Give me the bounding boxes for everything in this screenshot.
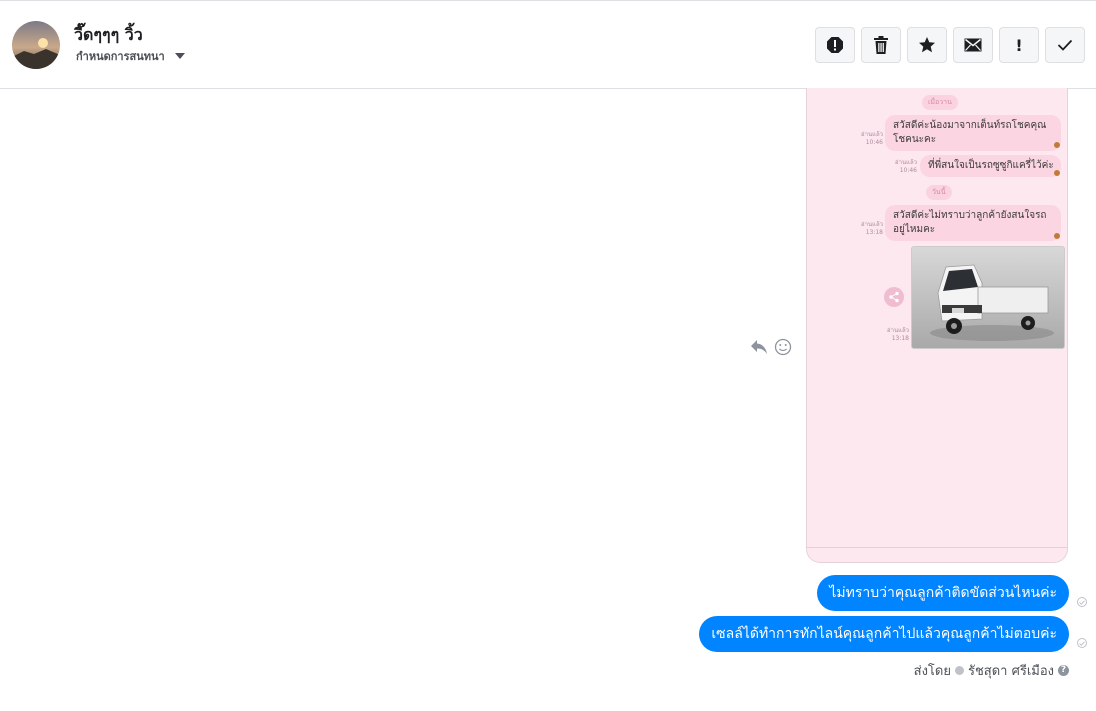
help-icon[interactable]: ? xyxy=(1058,665,1069,676)
msg-time: 13:18 xyxy=(865,229,883,236)
thread-header: วี๊ดๆๆๆ วิ้ว กำหนดการสนทนา ! xyxy=(0,0,1096,89)
sent-check-icon xyxy=(1077,597,1087,607)
read-receipt: อ่านแล้ว 10:46 xyxy=(881,159,917,175)
share-icon xyxy=(884,287,904,307)
read-receipt: อ่านแล้ว 10:46 xyxy=(847,131,883,147)
sent-by-label: ส่งโดย xyxy=(913,664,951,679)
read-receipt: อ่านแล้ว 13:18 xyxy=(847,221,883,237)
outgoing-message[interactable]: ไม่ทราบว่าคุณลูกค้าติดขัดส่วนไหนค่ะ xyxy=(817,575,1069,611)
chat-bubble: ที่พี่สนใจเป็นรถซูซูกิแครี่ไว้ค่ะ xyxy=(920,155,1061,177)
sticker-icon xyxy=(1054,142,1060,148)
emoji-react-icon[interactable] xyxy=(774,338,792,356)
mark-important-button[interactable]: ! xyxy=(999,27,1039,63)
msg-time: 10:46 xyxy=(865,139,883,146)
verified-dot-icon xyxy=(954,666,964,675)
star-button[interactable] xyxy=(907,27,947,63)
conversation-label-text: กำหนดการสนทนา xyxy=(76,50,165,63)
outgoing-message[interactable]: เซลล์ได้ทำการทักไลน์คุณลูกค้าไปแล้วคุณลู… xyxy=(699,616,1069,652)
star-icon xyxy=(919,37,935,53)
date-pill-yesterday: เมื่อวาน xyxy=(922,95,958,110)
sticker-icon xyxy=(1054,233,1060,239)
sent-by-info: ส่งโดย รัชสุดา ศรีเมือง ? xyxy=(914,660,1069,681)
conversation-label-dropdown[interactable]: กำหนดการสนทนา xyxy=(76,47,185,65)
read-label: อ่านแล้ว xyxy=(861,221,883,228)
delete-button[interactable] xyxy=(861,27,901,63)
read-label: อ่านแล้ว xyxy=(861,131,883,138)
chevron-down-icon xyxy=(174,53,185,59)
contact-name[interactable]: วี๊ดๆๆๆ วิ้ว xyxy=(74,23,143,48)
truck-photo xyxy=(911,246,1065,349)
msg-time: 13:18 xyxy=(891,335,909,342)
chat-bubble: สวัสดีค่ะไม่ทราบว่าลูกค้ายังสนใจรถอยู่ไห… xyxy=(885,205,1061,241)
contact-avatar[interactable] xyxy=(12,21,60,69)
read-label: อ่านแล้ว xyxy=(887,327,909,334)
sent-check-icon xyxy=(1077,638,1087,648)
message-actions xyxy=(750,338,792,356)
thread-toolbar: ! xyxy=(815,27,1085,63)
msg-time: 10:46 xyxy=(899,167,917,174)
sticker-icon xyxy=(1054,170,1060,176)
check-icon xyxy=(1057,39,1073,51)
reply-icon[interactable] xyxy=(750,339,768,355)
attached-chat-screenshot[interactable]: เมื่อวาน อ่านแล้ว 10:46 สวัสดีค่ะน้องมาจ… xyxy=(806,88,1068,563)
mail-icon xyxy=(964,38,982,52)
date-pill-today: วันนี้ xyxy=(926,185,952,200)
mark-unread-button[interactable] xyxy=(953,27,993,63)
read-receipt: อ่านแล้ว 13:18 xyxy=(881,327,909,343)
spam-icon xyxy=(827,37,843,53)
read-label: อ่านแล้ว xyxy=(895,159,917,166)
sender-name: รัชสุดา ศรีเมือง xyxy=(967,664,1054,679)
mark-spam-button[interactable] xyxy=(815,27,855,63)
chat-bubble: สวัสดีค่ะน้องมาจากเต็นท์รถโชคคุณโชคนะคะ xyxy=(885,115,1061,151)
chat-input-bar xyxy=(807,547,1067,562)
trash-icon xyxy=(874,36,888,54)
important-icon: ! xyxy=(1015,35,1023,55)
mark-done-button[interactable] xyxy=(1045,27,1085,63)
